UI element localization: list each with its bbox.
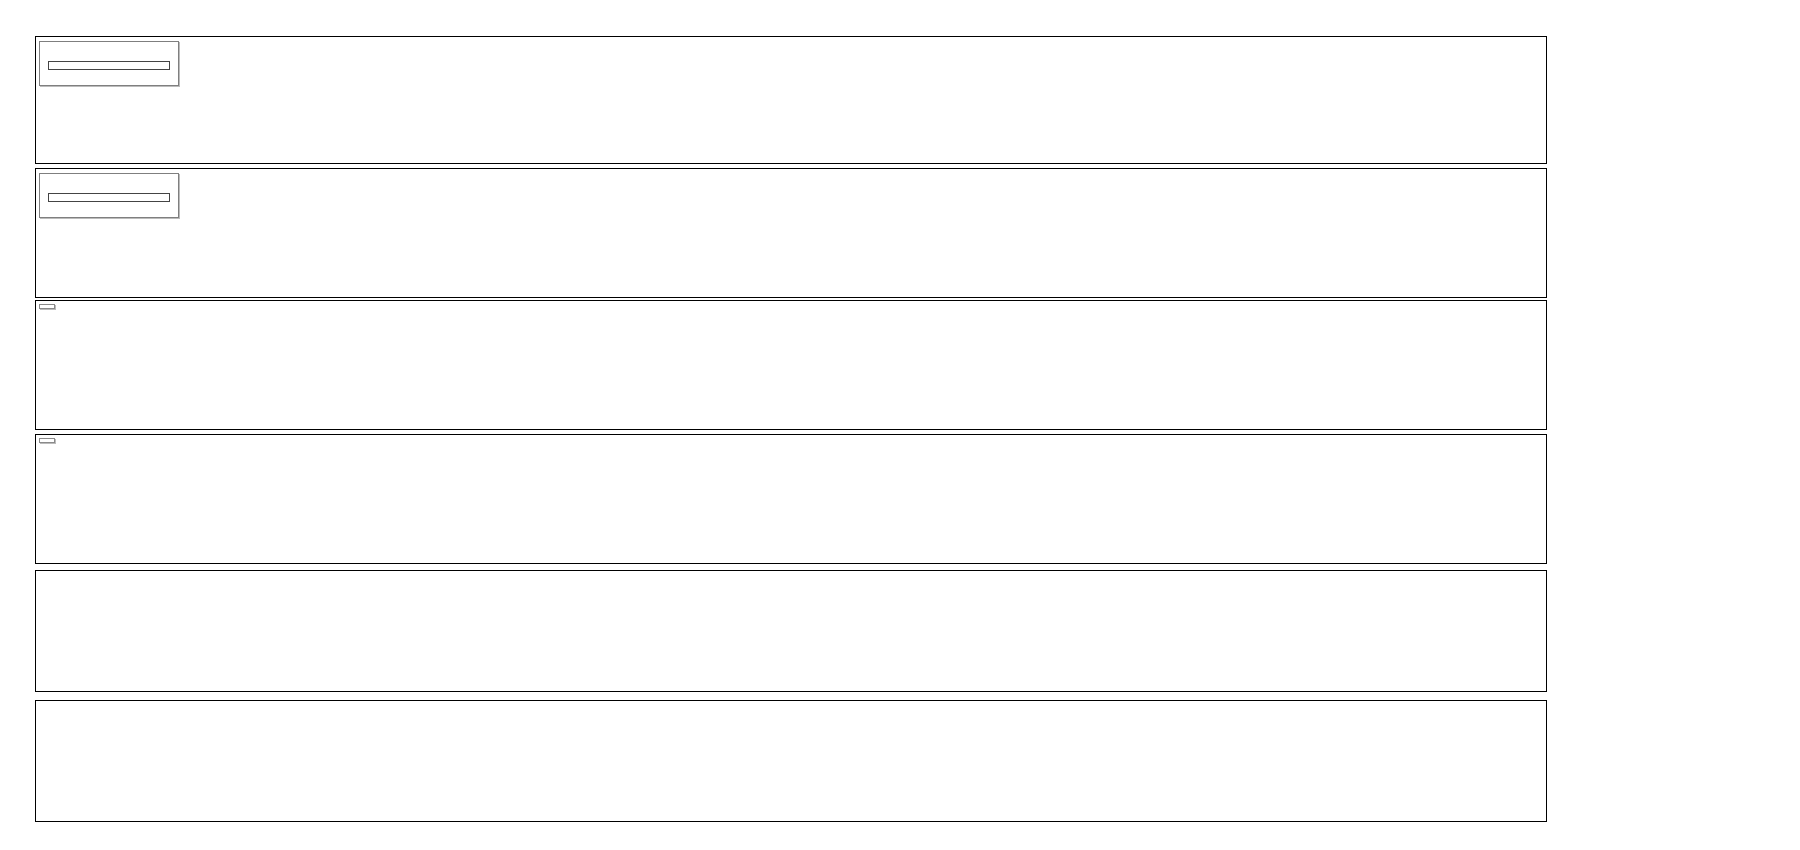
v-colorbar (48, 193, 170, 202)
panel-u-velocity (35, 36, 1547, 164)
u-velocity-heatmap (36, 37, 1546, 163)
depth-variation-lineplot (36, 571, 1546, 691)
u-colorbar (48, 61, 170, 70)
panel-depth-variation (35, 570, 1547, 692)
figure-root (0, 0, 1800, 850)
v-velocity-heatmap (36, 169, 1546, 297)
v-colorbar-legend (39, 173, 179, 218)
imos-copyright-watermark (1552, 468, 1568, 758)
std-absi-label (39, 438, 55, 443)
panel-temperature (35, 700, 1547, 822)
std-absi-heatmap (36, 435, 1546, 563)
panel-std-absi (35, 434, 1547, 564)
u-colorbar-legend (39, 41, 179, 86)
panel-mean-absi (35, 300, 1547, 430)
mean-absi-heatmap (36, 301, 1546, 429)
panel-v-velocity (35, 168, 1547, 298)
mean-absi-label (39, 304, 55, 309)
temperature-lineplot (36, 701, 1546, 821)
